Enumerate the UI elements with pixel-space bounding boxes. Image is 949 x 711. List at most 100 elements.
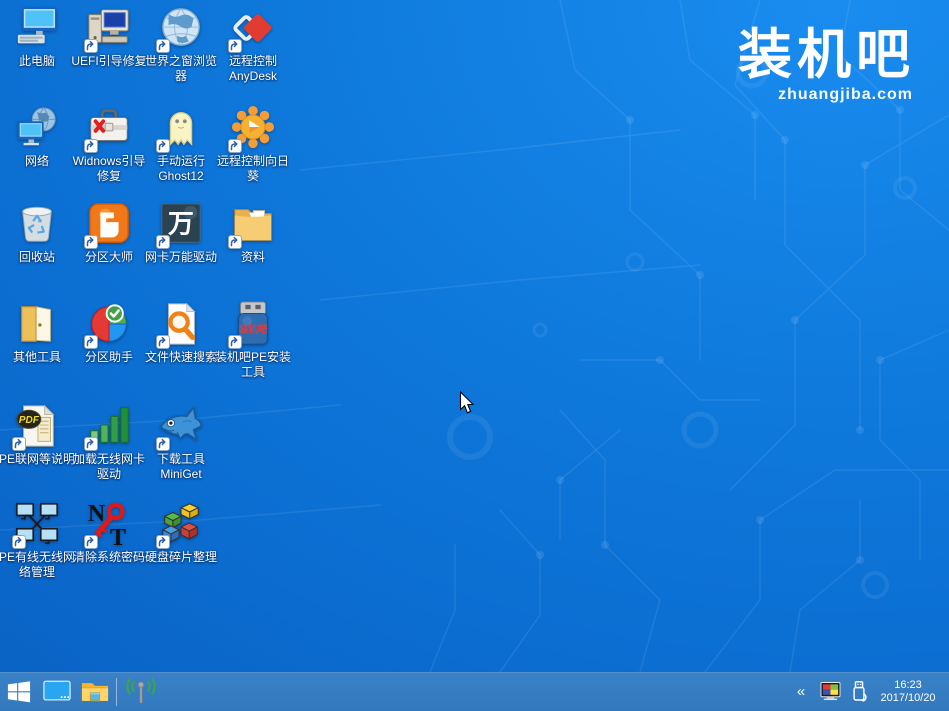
shortcut-arrow-icon — [84, 335, 98, 349]
svg-text:装机吧: 装机吧 — [238, 324, 268, 336]
folder-open-icon — [14, 301, 60, 347]
shortcut-arrow-icon — [12, 437, 26, 451]
desktop-icon-label: 远程控制AnyDesk — [212, 54, 294, 84]
shortcut-arrow-icon — [12, 535, 26, 549]
wan-driver-icon: 万 — [158, 201, 204, 247]
desktop-icon-this-pc[interactable]: 此电脑 — [1, 5, 73, 69]
brand-logo-subtitle: zhuangjiba.com — [738, 86, 915, 104]
desktop-icon-other-tools[interactable]: 其他工具 — [1, 301, 73, 365]
toolbox-icon — [86, 105, 132, 151]
usb-eject-icon[interactable] — [848, 677, 870, 707]
folder-icon — [230, 201, 276, 247]
desktop-icon-label: 硬盘碎片整理 — [140, 550, 222, 565]
desktop-icon-label: PE有线无线网络管理 — [0, 550, 78, 580]
file-explorer-button[interactable] — [76, 672, 114, 711]
desktop-icon-clear-system-password[interactable]: NT清除系统密码 — [73, 501, 145, 565]
shortcut-arrow-icon — [156, 139, 170, 153]
desktop-icon-label: 加载无线网卡驱动 — [68, 452, 150, 482]
svg-text:T: T — [110, 525, 126, 547]
start-button[interactable] — [0, 672, 38, 711]
taskbar-clock[interactable]: 16:23 2017/10/20 — [877, 679, 939, 705]
clock-time: 16:23 — [877, 679, 939, 692]
desktop-icon-label: 下载工具MiniGet — [140, 452, 222, 482]
desktop-icon-label: Widnows引导修复 — [68, 154, 150, 184]
sunflower-icon — [230, 105, 276, 151]
mouse-cursor — [459, 391, 474, 415]
desktop-icon-grid: 此电脑UEFI引导修复世界之窗浏览器远程控制AnyDesk 网络Widnows引导… — [0, 0, 300, 620]
desktop-icon-label: 资料 — [212, 250, 294, 265]
svg-text:PDF: PDF — [19, 415, 40, 426]
svg-text:N: N — [88, 501, 105, 527]
ntkey-icon: NT — [86, 501, 132, 547]
desktop-icon-uefi-boot-repair[interactable]: UEFI引导修复 — [73, 5, 145, 69]
shortcut-arrow-icon — [228, 235, 242, 249]
shortcut-arrow-icon — [156, 535, 170, 549]
network-icon — [14, 105, 60, 151]
desktop-icon-label: 此电脑 — [0, 54, 78, 69]
shortcut-arrow-icon — [84, 139, 98, 153]
shortcut-arrow-icon — [156, 437, 170, 451]
pc-tool-icon — [86, 5, 132, 51]
defrag-icon — [158, 501, 204, 547]
pdf-icon: PDF — [14, 403, 60, 449]
desktop-icon-data-folder[interactable]: 资料 — [217, 201, 289, 265]
brand-logo-title: 装机吧 — [738, 26, 915, 84]
show-desktop-button[interactable] — [38, 672, 76, 711]
computer-icon — [14, 5, 60, 51]
desktop-icon-universal-nic-driver[interactable]: 万网卡万能驱动 — [145, 201, 217, 265]
desktop-icon-pe-network-guide[interactable]: PDFPE联网等说明 — [1, 403, 73, 467]
desktop-icon-load-wifi-driver[interactable]: 加载无线网卡驱动 — [73, 403, 145, 482]
desktop-icon-label: 世界之窗浏览器 — [140, 54, 222, 84]
taskbar: « 16:23 2017/10/20 — [0, 672, 949, 711]
desktop-icon-anydesk-remote[interactable]: 远程控制AnyDesk — [217, 5, 289, 84]
desktop-icon-label: 回收站 — [0, 250, 78, 265]
svg-text:万: 万 — [168, 211, 194, 239]
desktop-icon-label: 文件快速搜索 — [140, 350, 222, 365]
display-settings-icon[interactable] — [819, 677, 841, 707]
shortcut-arrow-icon — [84, 535, 98, 549]
desktop-icon-label: 清除系统密码 — [68, 550, 150, 565]
desktop-icon-zhuangjiba-pe-install[interactable]: 装机吧装机吧PE安装工具 — [217, 301, 289, 380]
signal-icon — [86, 403, 132, 449]
anydesk-icon — [230, 5, 276, 51]
taskbar-separator — [116, 678, 117, 706]
desktop-icon-label: 其他工具 — [0, 350, 78, 365]
tray-expand-button[interactable]: « — [790, 677, 812, 707]
desktop-icon-world-window-browser[interactable]: 世界之窗浏览器 — [145, 5, 217, 84]
brand-logo: 装机吧 zhuangjiba.com — [738, 26, 915, 104]
desktop-icon-network[interactable]: 网络 — [1, 105, 73, 169]
desktop-icon-partition-master[interactable]: 分区大师 — [73, 201, 145, 265]
doc-search-icon — [158, 301, 204, 347]
shortcut-arrow-icon — [228, 39, 242, 53]
system-tray: « 16:23 2017/10/20 — [790, 677, 949, 707]
topology-icon — [14, 501, 60, 547]
desktop-icon-label: UEFI引导修复 — [68, 54, 150, 69]
recycle-icon — [14, 201, 60, 247]
desktop-icon-run-ghost12[interactable]: 手动运行Ghost12 — [145, 105, 217, 184]
desktop-icon-partition-assistant[interactable]: 分区助手 — [73, 301, 145, 365]
desktop-icon-label: 分区大师 — [68, 250, 150, 265]
desktop-icon-windows-boot-repair[interactable]: Widnows引导修复 — [73, 105, 145, 184]
shortcut-arrow-icon — [156, 335, 170, 349]
globe-icon — [158, 5, 204, 51]
pie-icon — [86, 301, 132, 347]
shortcut-arrow-icon — [156, 235, 170, 249]
desktop-icon-disk-defrag[interactable]: 硬盘碎片整理 — [145, 501, 217, 565]
desktop-icon-label: PE联网等说明 — [0, 452, 78, 467]
desktop-icon-label: 远程控制向日葵 — [212, 154, 294, 184]
desktop-icon-quick-file-search[interactable]: 文件快速搜索 — [145, 301, 217, 365]
desktop-icon-label: 网卡万能驱动 — [140, 250, 222, 265]
desktop-icon-label: 分区助手 — [68, 350, 150, 365]
desktop-icon-label: 网络 — [0, 154, 78, 169]
desktop: 装机吧 zhuangjiba.com 此电脑UEFI引导修复世界之窗浏览器远程控… — [0, 0, 949, 711]
desktop-icon-sunflower-remote[interactable]: 远程控制向日葵 — [217, 105, 289, 184]
shark-icon — [158, 403, 204, 449]
desktop-icon-pe-network-manager[interactable]: PE有线无线网络管理 — [1, 501, 73, 580]
shortcut-arrow-icon — [228, 335, 242, 349]
usb-icon: 装机吧 — [230, 301, 276, 347]
wireless-network-button[interactable] — [122, 672, 160, 711]
shortcut-arrow-icon — [84, 39, 98, 53]
desktop-icon-recycle-bin[interactable]: 回收站 — [1, 201, 73, 265]
clock-date: 2017/10/20 — [877, 692, 939, 705]
desktop-icon-miniget-downloader[interactable]: 下载工具MiniGet — [145, 403, 217, 482]
